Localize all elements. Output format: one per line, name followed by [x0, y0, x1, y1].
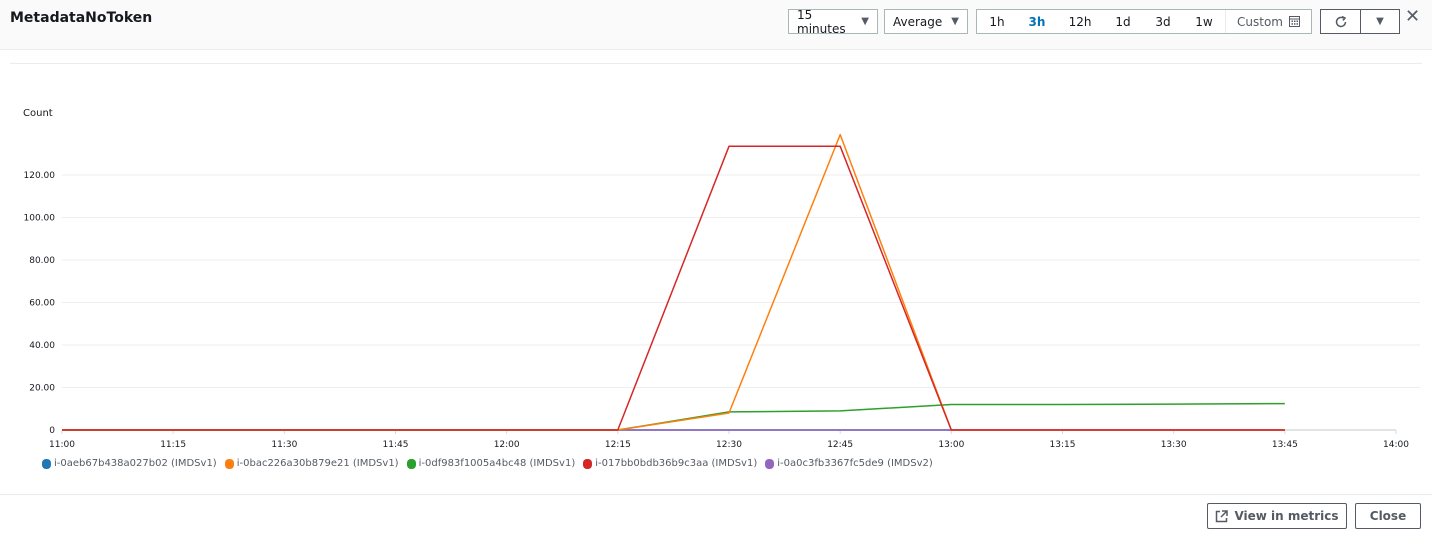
legend-item[interactable]: i-0a0c3fb3367fc5de9 (IMDSv2) — [765, 458, 933, 469]
range-custom[interactable]: Custom — [1225, 10, 1311, 33]
y-axis-label: Count — [23, 108, 53, 119]
line-chart: Count 020.0040.0060.0080.00100.00120.00 … — [23, 108, 1420, 450]
legend-item[interactable]: i-0aeb67b438a027b02 (IMDSv1) — [42, 458, 217, 469]
legend-label: i-017bb0bdb36b9c3aa (IMDSv1) — [595, 458, 758, 469]
x-tick-label: 11:45 — [383, 440, 409, 450]
legend-swatch — [583, 458, 593, 469]
divider — [10, 63, 1422, 64]
actions-dropdown-button[interactable]: ▼ — [1360, 9, 1400, 34]
x-tick-label: 13:15 — [1050, 440, 1076, 450]
refresh-icon — [1335, 15, 1346, 27]
time-range-selector: 1h 3h 12h 1d 3d 1w Custom — [976, 9, 1312, 34]
caret-down-icon: ▼ — [951, 16, 959, 27]
range-3h[interactable]: 3h — [1017, 15, 1057, 29]
y-tick-label: 40.00 — [29, 341, 55, 351]
range-1w[interactable]: 1w — [1183, 15, 1225, 29]
x-tick-label: 11:15 — [160, 440, 186, 450]
view-in-metrics-button[interactable]: View in metrics — [1207, 503, 1347, 529]
x-tick-label: 13:30 — [1161, 440, 1187, 450]
chevron-down-icon: ▼ — [1376, 16, 1384, 27]
legend-swatch — [42, 458, 51, 469]
legend-label: i-0a0c3fb3367fc5de9 (IMDSv2) — [777, 458, 933, 469]
range-3d[interactable]: 3d — [1143, 15, 1183, 29]
y-tick-label: 0 — [49, 426, 55, 436]
widget-title: MetadataNoToken — [10, 10, 153, 26]
y-tick-label: 80.00 — [29, 256, 55, 266]
statistic-value: Average — [893, 14, 943, 29]
y-tick-label: 100.00 — [24, 214, 56, 224]
statistic-select[interactable]: Average ▼ — [884, 9, 968, 34]
refresh-button[interactable] — [1320, 9, 1361, 34]
legend-item[interactable]: i-0bac226a30b879e21 (IMDSv1) — [224, 458, 399, 469]
legend-item[interactable]: i-0df983f1005a4bc48 (IMDSv1) — [406, 458, 576, 469]
legend-swatch — [765, 458, 775, 469]
x-tick-label: 13:00 — [938, 440, 964, 450]
x-tick-label: 12:00 — [494, 440, 520, 450]
custom-label: Custom — [1237, 14, 1283, 29]
period-value: 15 minutes — [797, 7, 846, 36]
x-tick-label: 11:30 — [271, 440, 297, 450]
x-tick-label: 13:45 — [1272, 440, 1298, 450]
x-tick-label: 12:30 — [716, 440, 742, 450]
divider — [0, 494, 1432, 495]
calendar-icon — [1288, 16, 1300, 27]
x-tick-label: 12:45 — [827, 440, 853, 450]
series-line-2[interactable] — [62, 402, 1285, 431]
y-tick-label: 60.00 — [29, 299, 55, 309]
range-1h[interactable]: 1h — [977, 15, 1017, 29]
y-tick-label: 120.00 — [24, 171, 56, 181]
caret-down-icon: ▼ — [861, 16, 869, 27]
widget-header: MetadataNoToken 15 minutes ▼ Average ▼ 1… — [0, 0, 1432, 50]
chart-legend: i-0aeb67b438a027b02 (IMDSv1) i-0bac226a30… — [42, 458, 933, 469]
view-in-metrics-label: View in metrics — [1234, 509, 1339, 523]
x-tick-label: 12:15 — [605, 440, 631, 450]
legend-label: i-0df983f1005a4bc48 (IMDSv1) — [418, 458, 576, 469]
period-select[interactable]: 15 minutes ▼ — [788, 7, 878, 36]
legend-label: i-0aeb67b438a027b02 (IMDSv1) — [54, 458, 217, 469]
x-tick-label: 11:00 — [49, 440, 75, 450]
legend-swatch — [406, 458, 416, 469]
close-label: Close — [1369, 509, 1407, 523]
legend-item[interactable]: i-017bb0bdb36b9c3aa (IMDSv1) — [583, 458, 757, 469]
external-link-icon — [1216, 509, 1229, 522]
range-12h[interactable]: 12h — [1057, 15, 1103, 29]
y-tick-label: 20.00 — [29, 384, 55, 394]
series-line-1[interactable] — [62, 133, 1285, 431]
close-button[interactable]: Close — [1355, 503, 1421, 529]
x-tick-label: 14:00 — [1383, 440, 1409, 450]
legend-swatch — [224, 458, 234, 469]
close-icon[interactable]: ✕ — [1405, 6, 1420, 27]
range-1d[interactable]: 1d — [1103, 15, 1143, 29]
legend-label: i-0bac226a30b879e21 (IMDSv1) — [236, 458, 399, 469]
